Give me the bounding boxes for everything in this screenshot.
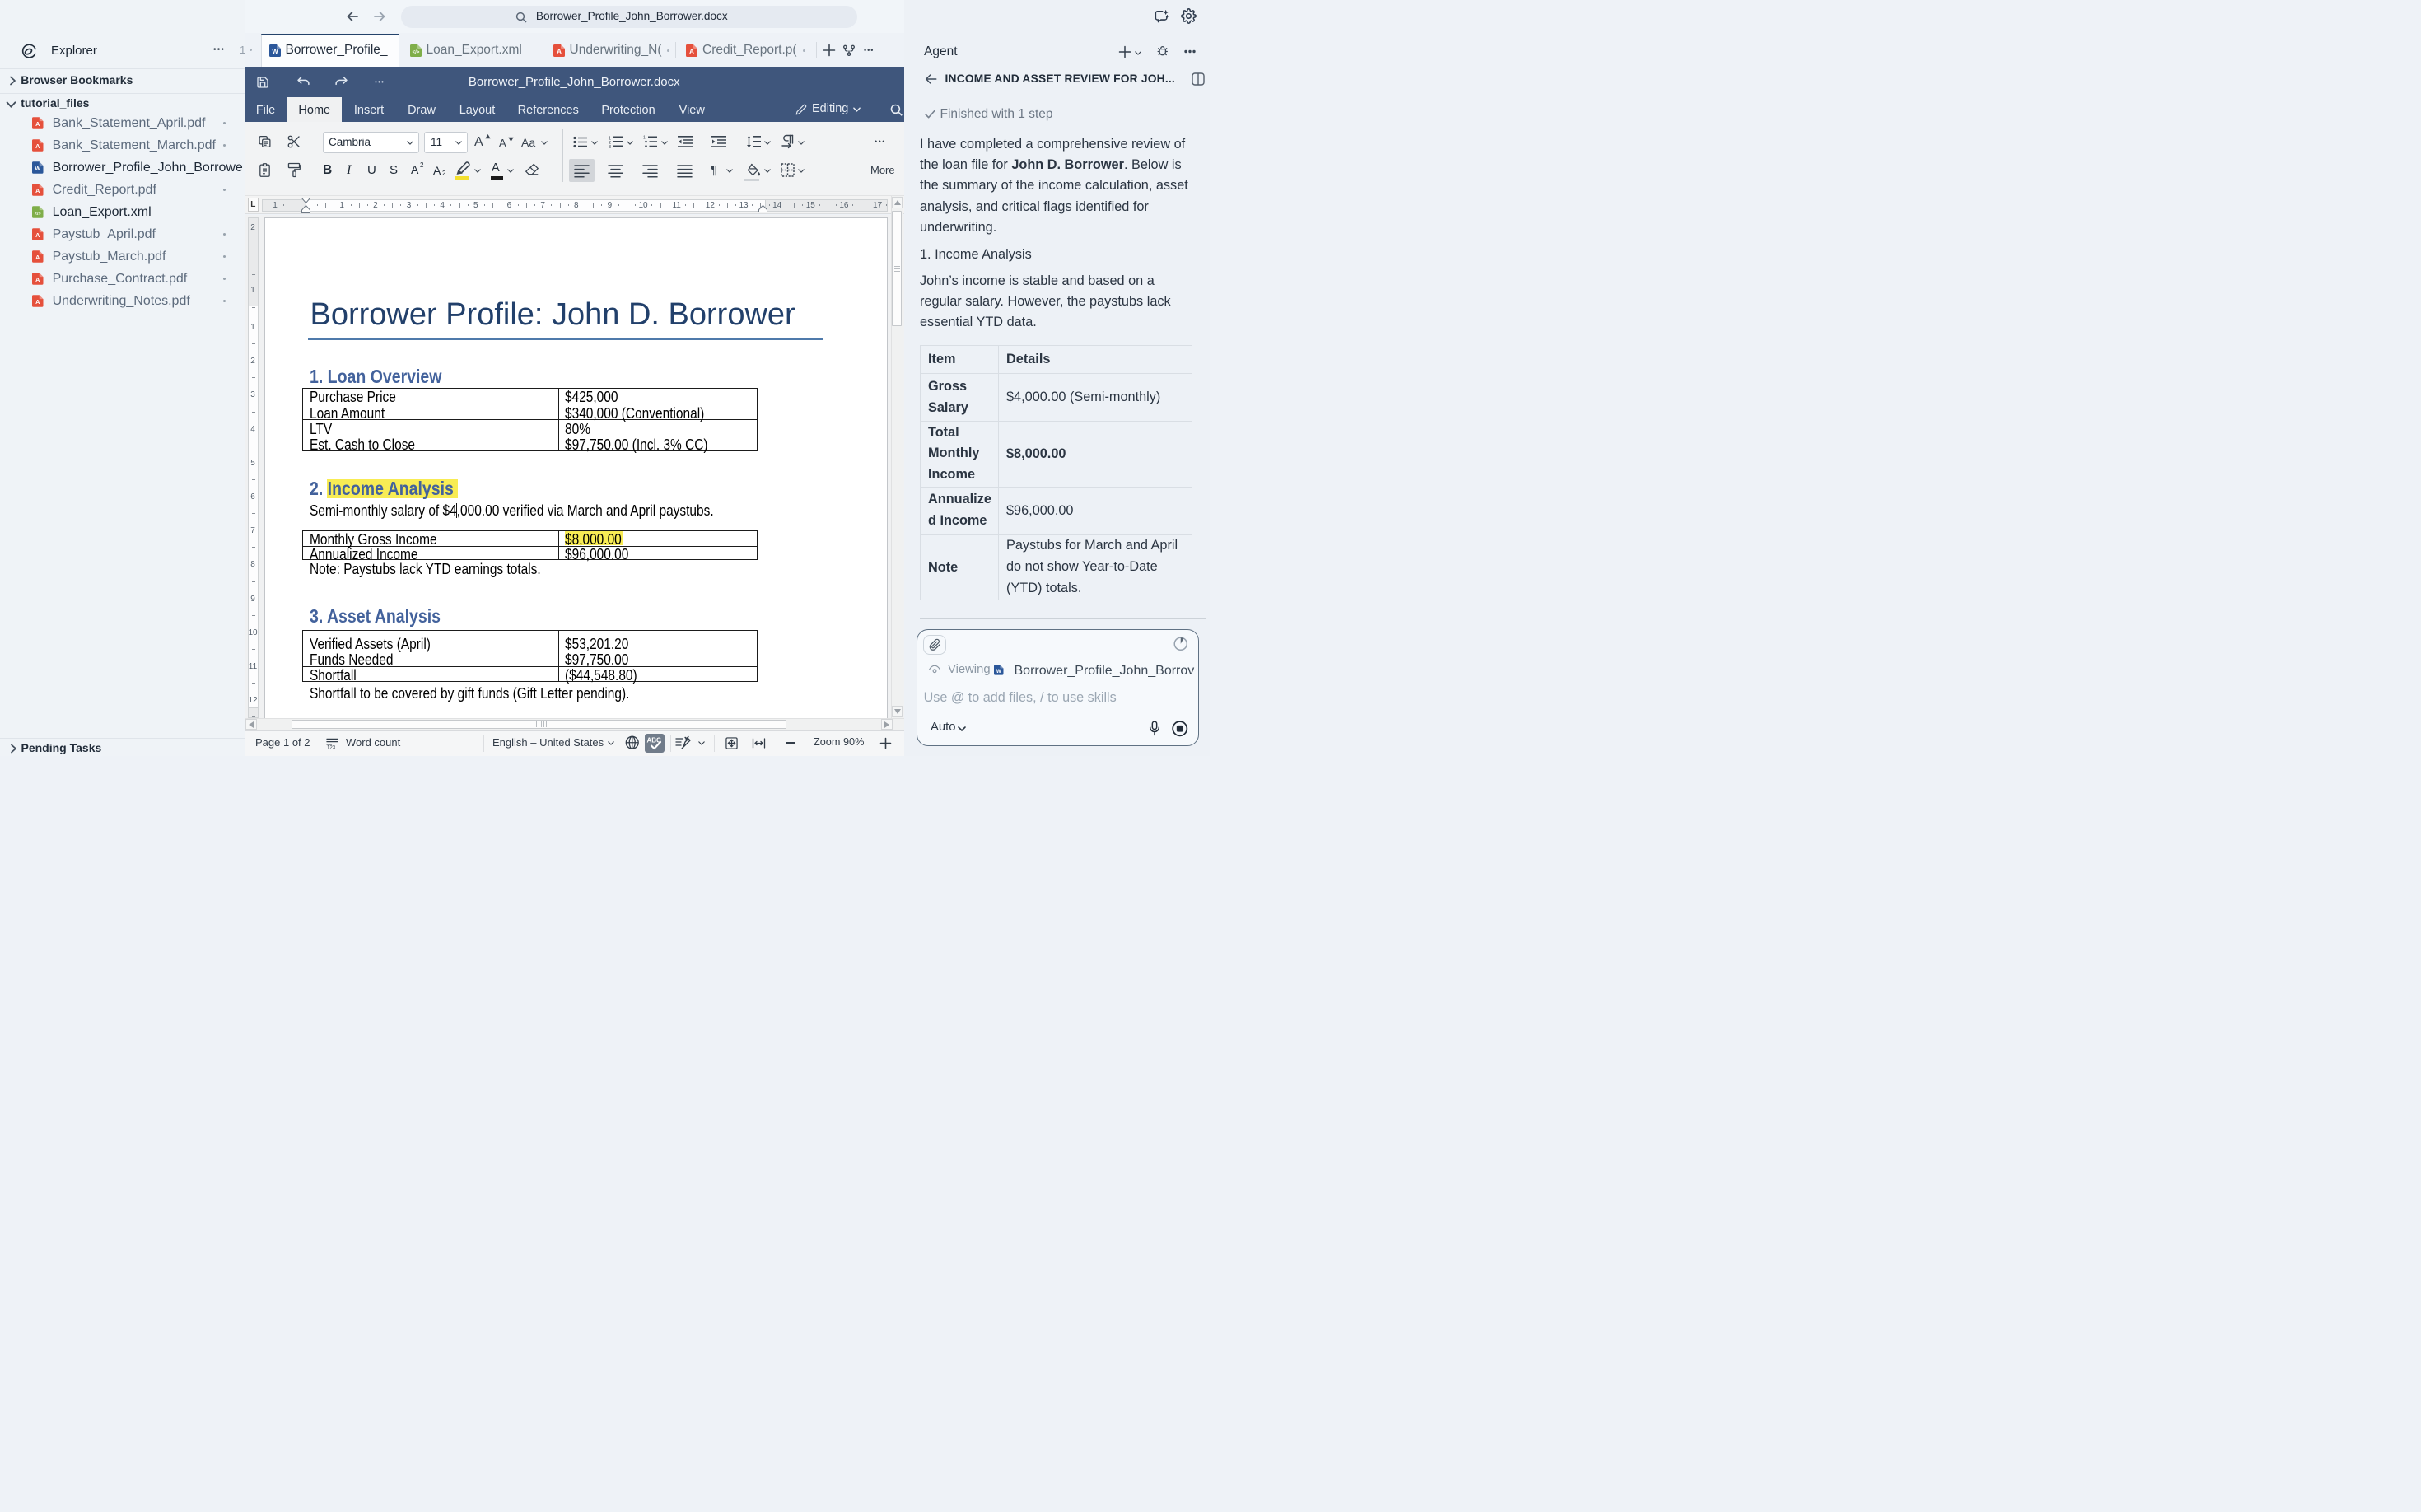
svg-text:A: A xyxy=(557,48,562,55)
svg-text:A: A xyxy=(35,120,40,128)
svg-text:3: 3 xyxy=(609,145,611,150)
svg-text:A: A xyxy=(35,231,40,239)
svg-text:A: A xyxy=(35,276,40,283)
svg-text:</>: </> xyxy=(35,212,41,217)
svg-text:A: A xyxy=(35,142,40,150)
svg-text:</>: </> xyxy=(412,50,419,55)
svg-text:A: A xyxy=(35,298,40,306)
svg-text:W: W xyxy=(272,48,278,55)
svg-text:A: A xyxy=(35,187,40,194)
svg-text:W: W xyxy=(35,165,40,172)
svg-text:W: W xyxy=(996,669,1001,674)
svg-text:A: A xyxy=(35,254,40,261)
svg-text:A: A xyxy=(689,48,694,55)
svg-text:123: 123 xyxy=(327,744,336,750)
svg-text:1: 1 xyxy=(643,136,646,141)
